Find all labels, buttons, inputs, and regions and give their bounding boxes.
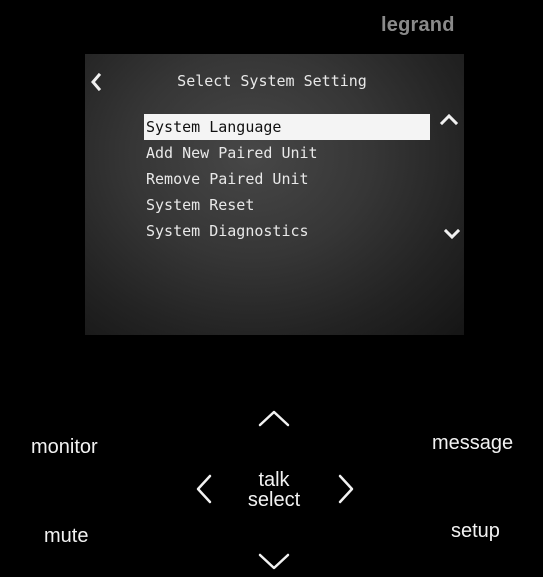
dpad-down-arrow-icon[interactable] bbox=[257, 550, 291, 572]
monitor-button[interactable]: monitor bbox=[31, 436, 98, 459]
dpad-up-arrow-icon[interactable] bbox=[257, 407, 291, 429]
mute-button[interactable]: mute bbox=[44, 525, 88, 548]
dpad-right-arrow-icon[interactable] bbox=[335, 472, 357, 506]
select-label: select bbox=[247, 489, 301, 511]
brand-logo: legrand bbox=[381, 14, 455, 36]
list-item-system-reset[interactable]: System Reset bbox=[144, 192, 430, 218]
settings-list: System Language Add New Paired Unit Remo… bbox=[144, 114, 430, 244]
chevron-up-icon[interactable] bbox=[439, 112, 459, 126]
chevron-down-icon[interactable] bbox=[443, 228, 461, 240]
message-button[interactable]: message bbox=[432, 432, 513, 455]
list-item-remove-paired-unit[interactable]: Remove Paired Unit bbox=[144, 166, 430, 192]
talk-select-button[interactable]: talk select bbox=[232, 470, 316, 510]
list-item-system-language[interactable]: System Language bbox=[144, 114, 430, 140]
dpad-left-arrow-icon[interactable] bbox=[193, 472, 215, 506]
list-item-system-diagnostics[interactable]: System Diagnostics bbox=[144, 218, 430, 244]
display-screen: Select System Setting System Language Ad… bbox=[85, 54, 464, 335]
list-item-add-new-paired-unit[interactable]: Add New Paired Unit bbox=[144, 140, 430, 166]
talk-label: talk bbox=[258, 469, 290, 491]
chevron-left-icon[interactable] bbox=[90, 73, 102, 91]
setup-button[interactable]: setup bbox=[451, 520, 500, 543]
screen-title: Select System Setting bbox=[177, 72, 367, 90]
